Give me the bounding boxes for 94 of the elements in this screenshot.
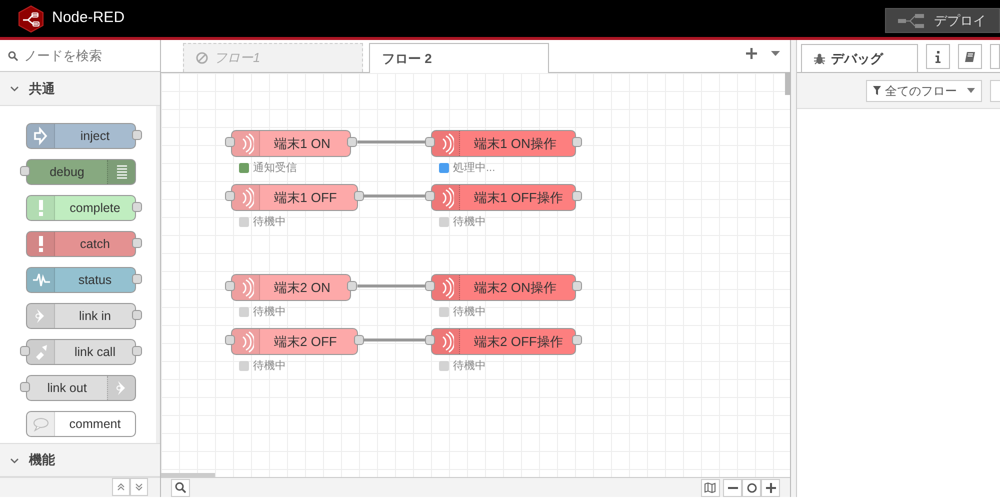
palette-node[interactable]: comment [26, 411, 136, 437]
output-port [347, 281, 358, 291]
flow-node[interactable]: 端末1 ON操作 [431, 130, 576, 157]
search-button[interactable] [171, 478, 190, 496]
zoom-in-button[interactable] [761, 478, 780, 496]
output-port [132, 346, 142, 356]
input-port [225, 191, 235, 201]
zoom-reset-button[interactable] [742, 478, 761, 496]
output-port [572, 281, 582, 291]
output-port [572, 191, 582, 201]
flow-node[interactable]: 端末2 ON [231, 274, 352, 301]
status-text: 待機中 [453, 359, 486, 374]
sidebar-tab-button[interactable] [990, 44, 1000, 69]
input-port [425, 137, 435, 147]
toolbar-button[interactable] [990, 80, 1000, 102]
bug-icon [814, 53, 825, 65]
search-icon [175, 482, 186, 493]
status-text: 待機中 [253, 215, 286, 230]
search-icon [8, 50, 18, 60]
palette-node[interactable]: link call [26, 339, 136, 365]
input-port [225, 137, 235, 147]
output-port [132, 238, 142, 248]
filter-dropdown[interactable]: 全てのフロー [866, 80, 982, 102]
status-text: 待機中 [453, 305, 486, 320]
logo-icon [18, 4, 44, 32]
input-port [425, 281, 435, 291]
plus-icon [746, 48, 757, 59]
input-port [425, 191, 435, 201]
status-text: 通知受信 [253, 160, 297, 176]
app-title: Node-RED [52, 8, 125, 28]
category-header[interactable]: 共通 [0, 72, 160, 106]
flow-node[interactable]: 端末1 OFF操作 [431, 184, 576, 211]
navigator-button[interactable] [700, 478, 720, 496]
flow-node[interactable]: 端末2 OFF操作 [431, 328, 576, 355]
book-icon [964, 50, 976, 62]
input-port [225, 281, 235, 291]
category-label: 共通 [29, 80, 55, 98]
input-port [225, 335, 235, 345]
palette-node[interactable]: link in [26, 303, 136, 329]
status-text: 処理中... [453, 161, 496, 176]
palette-node[interactable]: link out [26, 375, 136, 401]
caret-icon [771, 51, 780, 56]
flow-menu-button[interactable] [771, 51, 780, 56]
category-label: 機能 [29, 451, 55, 470]
arrow-icon [32, 125, 50, 147]
palette-node[interactable]: catch [26, 231, 136, 257]
status-text: 待機中 [253, 359, 286, 374]
exclamation-icon [38, 236, 42, 252]
filter-icon [873, 86, 881, 95]
help-tab-button[interactable] [958, 44, 982, 69]
output-port [572, 335, 582, 345]
deploy-button[interactable]: デプロイ [885, 8, 1000, 33]
flow-node[interactable]: 端末1 ON [231, 130, 352, 157]
flow-node[interactable]: 端末2 OFF [231, 328, 358, 355]
sidebar-tab[interactable]: デバッグ [801, 44, 918, 72]
double-chevron-up-icon [117, 483, 125, 491]
plus-icon [766, 482, 776, 492]
double-chevron-down-icon [135, 483, 143, 491]
palette-node[interactable]: debug [26, 159, 136, 185]
output-port [347, 137, 358, 147]
flow-node[interactable]: 端末1 OFF [231, 184, 358, 211]
palette-node[interactable]: status [26, 267, 136, 293]
collapse-all-button[interactable] [112, 478, 130, 496]
circle-icon [746, 482, 756, 492]
status-text: 待機中 [453, 215, 486, 230]
flow-tab[interactable]: フロー 2 [369, 43, 549, 73]
chevron-down-icon [10, 456, 19, 464]
expand-all-button[interactable] [130, 478, 148, 496]
scrollbar-thumb[interactable] [161, 473, 215, 477]
output-port [132, 202, 142, 212]
output-port [132, 274, 142, 284]
output-port [132, 130, 142, 140]
chevron-down-icon [10, 84, 19, 93]
flow-node[interactable]: 端末2 ON操作 [431, 274, 576, 301]
output-port [132, 310, 142, 320]
status-text: 待機中 [253, 305, 286, 320]
map-icon [704, 482, 716, 493]
zoom-out-button[interactable] [723, 478, 742, 496]
flow-icon [898, 14, 924, 28]
caret-icon [967, 88, 975, 93]
input-port [20, 346, 30, 356]
category-header[interactable]: 機能 [0, 443, 160, 477]
input-port [20, 166, 30, 176]
scrollbar-thumb[interactable] [785, 73, 790, 95]
input-port [425, 335, 435, 345]
info-icon [935, 50, 941, 62]
exclamation-icon [38, 200, 42, 216]
output-port [572, 137, 582, 147]
input-port [20, 382, 30, 392]
palette-node[interactable]: inject [26, 123, 136, 149]
info-tab-button[interactable] [926, 44, 950, 69]
disabled-icon [196, 52, 208, 64]
palette-node[interactable]: complete [26, 195, 136, 221]
add-flow-button[interactable] [746, 48, 757, 59]
